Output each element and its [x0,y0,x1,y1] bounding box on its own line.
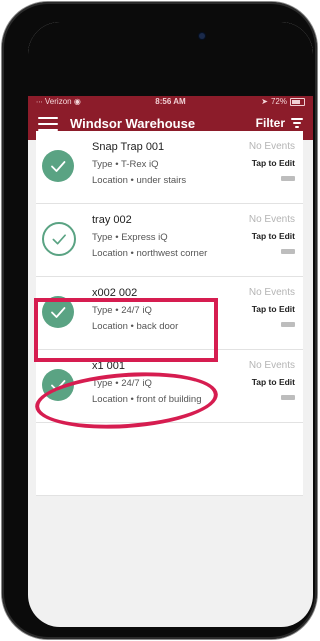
edit-handle-icon [281,176,295,181]
events-status: No Events [248,360,295,371]
device-name: tray 002 [92,214,132,226]
device-row[interactable]: x1 001 Type • 24/7 iQ Location • front o… [36,350,303,423]
device-location: Location • front of building [92,394,202,405]
check-circle-filled-icon [42,369,74,401]
edit-handle-icon [281,249,295,254]
tap-to-edit-link[interactable]: Tap to Edit [252,377,295,387]
device-location: Location • northwest corner [92,248,208,259]
device-name: Snap Trap 001 [92,141,165,153]
events-status: No Events [248,141,295,152]
edit-handle-icon [281,322,295,327]
empty-list-row [36,423,303,496]
tap-to-edit-link[interactable]: Tap to Edit [252,231,295,241]
events-status: No Events [248,287,295,298]
check-circle-filled-icon [42,150,74,182]
menu-icon[interactable] [38,117,58,131]
page-title: Windsor Warehouse [70,116,196,131]
filter-label: Filter [255,116,285,130]
tap-to-edit-link[interactable]: Tap to Edit [252,158,295,168]
status-right: ➤ 72% [261,97,305,106]
device-name: x1 001 [92,360,126,372]
battery-percent: 72% [270,97,287,106]
filter-icon [291,118,303,128]
check-circle-outline-icon [42,222,76,256]
device-type: Type • 24/7 iQ [92,378,152,389]
battery-icon [290,97,305,106]
events-status: No Events [248,214,295,225]
edit-handle-icon [281,395,295,400]
device-location: Location • back door [92,321,179,332]
device-row[interactable]: Snap Trap 001 Type • T-Rex iQ Location •… [36,131,303,204]
filter-button[interactable]: Filter [256,116,303,130]
front-camera [199,33,205,39]
status-bar: ∙∙∙ Verizon ◉ 8:56 AM ➤ 72% [28,96,313,108]
device-type: Type • Express iQ [92,232,168,243]
location-arrow-icon: ➤ [261,97,268,106]
check-circle-filled-icon [42,296,74,328]
device-type: Type • T-Rex iQ [92,159,159,170]
device-row[interactable]: tray 002 Type • Express iQ Location • no… [36,204,303,277]
device-list: Snap Trap 001 Type • T-Rex iQ Location •… [36,131,303,496]
phone-notch [28,22,313,96]
device-name: x002 002 [92,287,138,299]
tap-to-edit-link[interactable]: Tap to Edit [252,304,295,314]
device-row[interactable]: x002 002 Type • 24/7 iQ Location • back … [36,277,303,350]
device-location: Location • under stairs [92,175,187,186]
device-type: Type • 24/7 iQ [92,305,152,316]
